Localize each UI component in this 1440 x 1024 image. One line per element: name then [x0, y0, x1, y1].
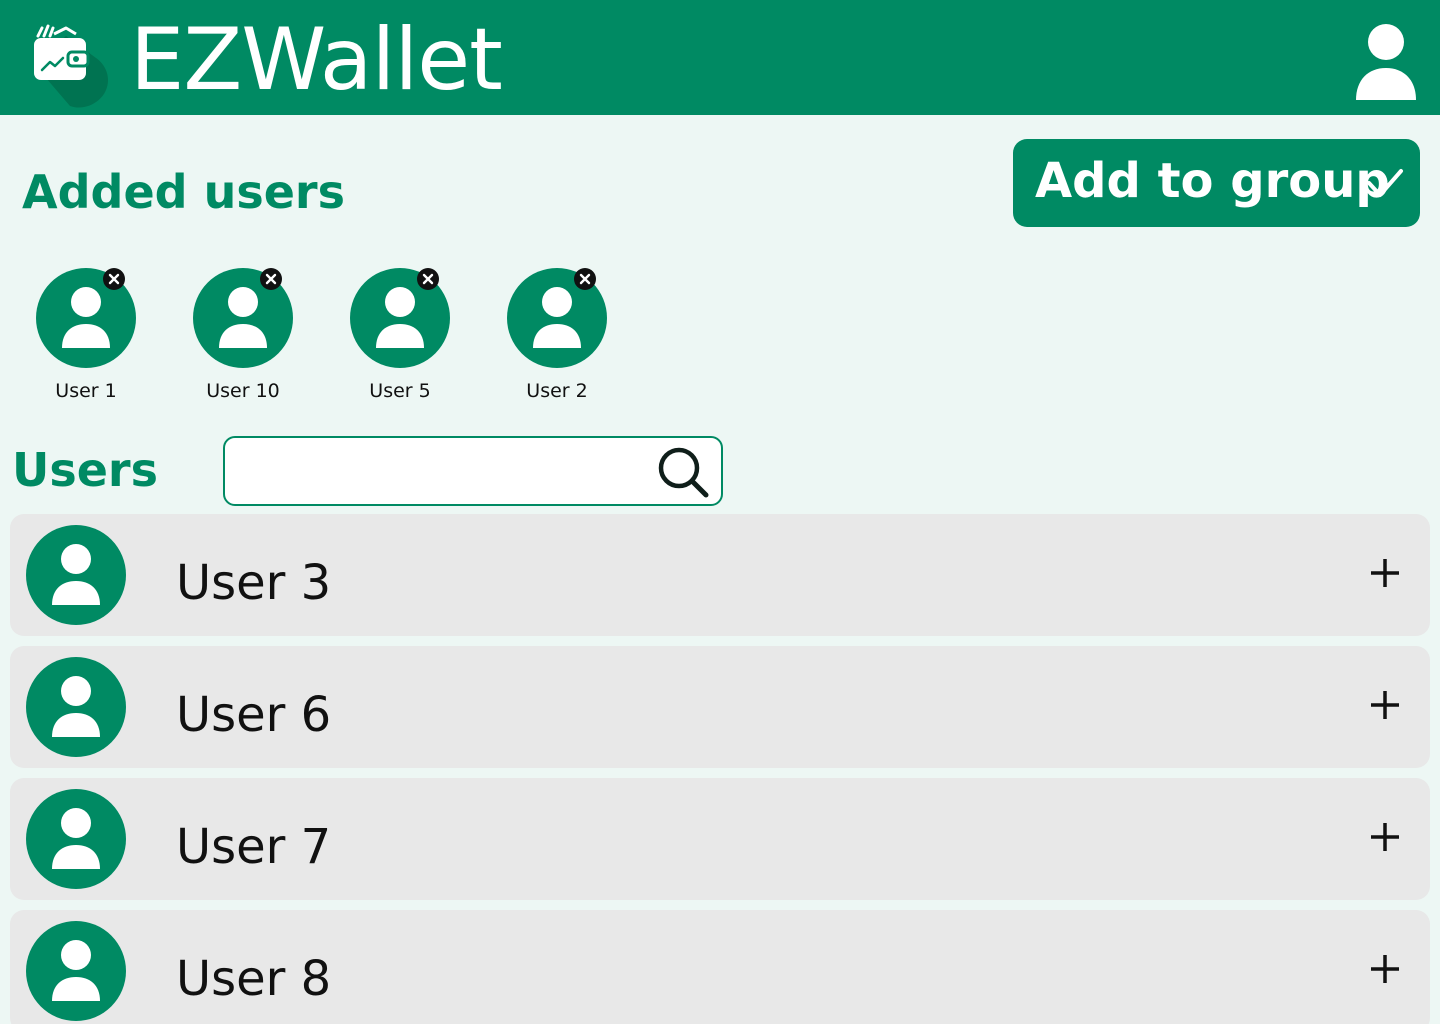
added-user-name: User 2	[526, 380, 588, 402]
added-user-chip: User 10	[183, 268, 303, 408]
check-icon	[1367, 169, 1403, 197]
app-title: EZWallet	[130, 10, 503, 110]
user-name: User 7	[176, 819, 332, 875]
added-user-name: User 5	[369, 380, 431, 402]
search-input[interactable]	[237, 448, 647, 494]
plus-icon[interactable]	[1368, 688, 1402, 722]
added-user-name: User 1	[55, 380, 117, 402]
added-user-chip: User 2	[497, 268, 617, 408]
wallet-logo-icon	[34, 24, 108, 108]
added-users-heading: Added users	[22, 165, 345, 219]
add-to-group-label: Add to group	[1035, 153, 1390, 209]
search-box	[223, 436, 723, 506]
user-avatar-icon	[26, 921, 126, 1021]
added-user-chip: User 1	[26, 268, 146, 408]
user-name: User 6	[176, 687, 332, 743]
app-header: EZWallet	[0, 0, 1440, 115]
user-profile-icon[interactable]	[1352, 22, 1420, 102]
user-avatar-icon	[26, 525, 126, 625]
add-to-group-button[interactable]: Add to group	[1013, 139, 1420, 227]
remove-user-icon[interactable]	[260, 268, 282, 290]
users-heading: Users	[12, 443, 158, 497]
plus-icon[interactable]	[1368, 952, 1402, 986]
remove-user-icon[interactable]	[103, 268, 125, 290]
user-list-row[interactable]: User 7	[10, 778, 1430, 900]
user-name: User 3	[176, 555, 332, 611]
remove-user-icon[interactable]	[417, 268, 439, 290]
added-user-chip: User 5	[340, 268, 460, 408]
plus-icon[interactable]	[1368, 556, 1402, 590]
user-list-row[interactable]: User 6	[10, 646, 1430, 768]
user-name: User 8	[176, 951, 332, 1007]
user-list-row[interactable]: User 8	[10, 910, 1430, 1024]
added-user-name: User 10	[206, 380, 280, 402]
remove-user-icon[interactable]	[574, 268, 596, 290]
plus-icon[interactable]	[1368, 820, 1402, 854]
user-list-row[interactable]: User 3	[10, 514, 1430, 636]
user-avatar-icon	[26, 789, 126, 889]
search-icon[interactable]	[656, 445, 710, 499]
user-avatar-icon	[26, 657, 126, 757]
